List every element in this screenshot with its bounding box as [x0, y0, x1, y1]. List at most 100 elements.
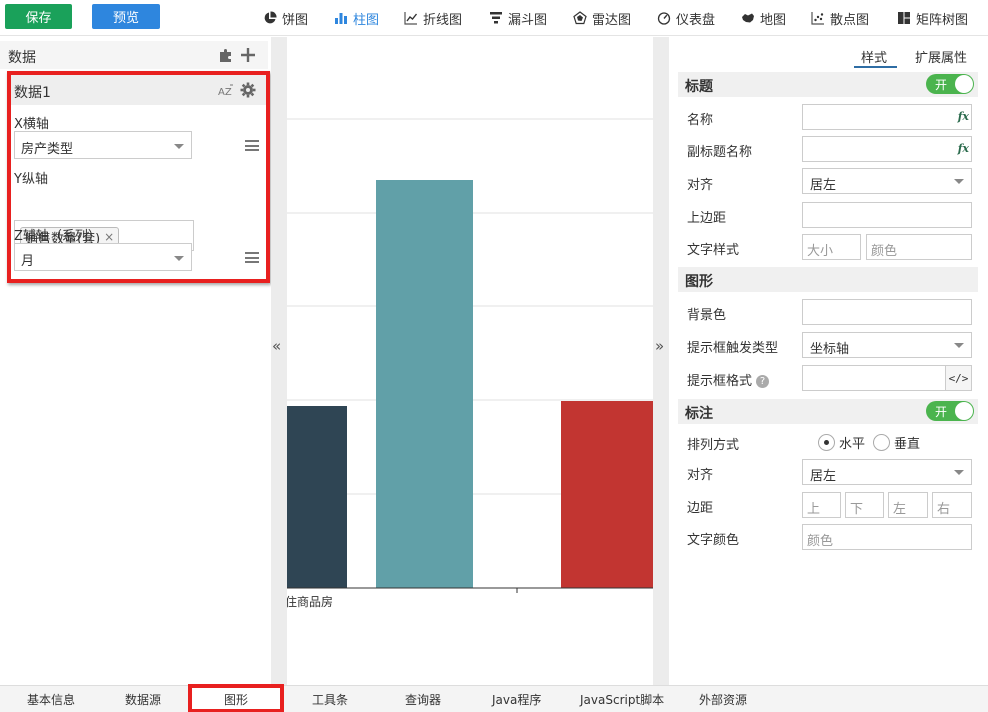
margin-bottom-input[interactable]: 下: [845, 492, 884, 518]
dataset-name: 数据1: [14, 85, 51, 101]
z-axis-select[interactable]: 月: [14, 243, 192, 271]
tab-extended-properties[interactable]: 扩展属性: [915, 47, 967, 66]
subtitle-label: 副标题名称: [687, 145, 753, 160]
radio-vertical-label: 垂直: [894, 437, 921, 452]
margin-right-input[interactable]: 右: [932, 492, 972, 518]
tab-basic-info[interactable]: 基本信息: [27, 691, 75, 708]
property-panel: 样式 扩展属性 标题 开 名称 fx 副标题名称 fx 对齐 居左 上边距 文字…: [669, 37, 988, 685]
chart-bar: [561, 401, 653, 588]
preview-button[interactable]: 预览: [92, 4, 160, 29]
remove-tag-icon[interactable]: ×: [104, 230, 114, 244]
tab-query[interactable]: 查询器: [405, 691, 441, 708]
tab-toolbar[interactable]: 工具条: [312, 691, 348, 708]
chart-type-label: 柱图: [353, 12, 380, 28]
sort-az-icon[interactable]: AZ: [218, 83, 234, 97]
toggle-knob: [955, 75, 973, 93]
tab-external-resources[interactable]: 外部资源: [699, 691, 747, 708]
right-splitter[interactable]: »: [653, 37, 669, 685]
data-panel: 数据 数据1 AZ X横轴 房产类型 Y纵轴 销售数量(套) × Z辅轴（系列）…: [0, 37, 271, 685]
tab-style[interactable]: 样式: [861, 47, 887, 66]
chevron-down-icon: [174, 256, 184, 261]
z-axis-label: Z辅轴（系列）: [14, 229, 101, 244]
map-icon: [742, 13, 754, 23]
chevron-down-icon: [954, 470, 964, 475]
chart-type-pie[interactable]: 饼图: [263, 8, 308, 28]
left-splitter[interactable]: «: [271, 37, 287, 685]
tab-graphic[interactable]: 图形: [224, 691, 248, 708]
tab-datasource[interactable]: 数据源: [125, 691, 161, 708]
chart-type-line[interactable]: 折线图: [404, 8, 462, 28]
title-align-select[interactable]: 居左: [802, 168, 972, 194]
top-margin-input[interactable]: [802, 202, 972, 228]
hamburger-menu-icon[interactable]: [245, 252, 259, 263]
title-toggle[interactable]: 开: [926, 74, 974, 94]
bg-color-input[interactable]: [802, 299, 972, 325]
toggle-label: 开: [935, 405, 948, 419]
top-margin-label: 上边距: [687, 211, 727, 226]
margin-left-placeholder: 左: [893, 502, 907, 517]
chart-type-label: 散点图: [830, 12, 870, 28]
label-toggle[interactable]: 开: [926, 401, 974, 421]
tab-javascript[interactable]: JavaScript脚本: [580, 691, 664, 708]
tooltip-format-input[interactable]: </>: [802, 365, 972, 391]
save-button[interactable]: 保存: [5, 4, 72, 29]
chart-type-label: 矩阵树图: [916, 12, 969, 28]
tooltip-format-text: 提示框格式: [687, 374, 753, 389]
tooltip-format-label: 提示框格式?: [687, 370, 770, 389]
chart-type-radar[interactable]: 雷达图: [573, 8, 631, 28]
collapse-left-icon[interactable]: «: [272, 337, 281, 355]
chart-type-scatter[interactable]: 散点图: [811, 8, 869, 28]
active-tab-indicator: [854, 66, 897, 68]
chart-type-treemap[interactable]: 矩阵树图: [897, 8, 968, 28]
tooltip-trigger-label: 提示框触发类型: [687, 341, 779, 356]
font-color-input[interactable]: 颜色: [866, 234, 972, 260]
chart-type-bar[interactable]: 柱图: [334, 8, 379, 28]
line-chart-icon: [404, 12, 418, 25]
tooltip-trigger-select[interactable]: 坐标轴: [802, 332, 972, 358]
font-size-placeholder: 大小: [807, 244, 834, 259]
chart-type-map[interactable]: 地图: [741, 8, 786, 28]
font-color-placeholder: 颜色: [871, 244, 898, 259]
svg-text:AZ: AZ: [218, 87, 232, 97]
app-window: 保存 预览 饼图 柱图 折线图 漏斗图 雷达图 仪表盘 地图 散点图 矩阵树图 …: [0, 0, 988, 712]
formula-icon[interactable]: fx: [958, 142, 969, 155]
text-style-label: 文字样式: [687, 243, 740, 258]
gear-icon[interactable]: [240, 82, 256, 98]
dataset-header: 数据1 AZ: [11, 75, 266, 105]
toolbar: 保存 预览 饼图 柱图 折线图 漏斗图 雷达图 仪表盘 地图 散点图 矩阵树图: [0, 0, 988, 36]
radar-icon: [573, 11, 587, 25]
hamburger-menu-icon[interactable]: [245, 140, 259, 151]
tab-java[interactable]: Java程序: [492, 691, 541, 708]
graphic-section-header: 图形: [678, 267, 978, 292]
label-align-select[interactable]: 居左: [802, 459, 972, 485]
text-color-input[interactable]: 颜色: [802, 524, 972, 550]
collapse-right-icon[interactable]: »: [655, 337, 664, 355]
font-size-input[interactable]: 大小: [802, 234, 861, 260]
pie-chart-icon: [264, 11, 277, 24]
help-icon[interactable]: ?: [756, 375, 770, 388]
z-axis-value: 月: [21, 254, 35, 269]
text-color-label: 文字颜色: [687, 533, 740, 548]
subtitle-input[interactable]: fx: [802, 136, 972, 162]
bg-color-label: 背景色: [687, 308, 727, 323]
section-title: 标注: [685, 406, 713, 422]
chart-type-funnel[interactable]: 漏斗图: [489, 8, 547, 28]
section-title: 标题: [685, 79, 713, 95]
chart-type-label: 雷达图: [592, 12, 632, 28]
bar-chart: 住商品房: [285, 118, 653, 609]
margin-top-input[interactable]: 上: [802, 492, 841, 518]
x-axis-select[interactable]: 房产类型: [14, 131, 192, 159]
bar-chart-icon: [335, 13, 347, 24]
puzzle-icon[interactable]: [218, 47, 234, 63]
layout-label: 排列方式: [687, 438, 740, 453]
title-name-input[interactable]: fx: [802, 104, 972, 130]
radio-horizontal[interactable]: [818, 434, 835, 451]
margin-left-input[interactable]: 左: [888, 492, 928, 518]
add-icon[interactable]: [240, 47, 256, 63]
gauge-icon: [657, 12, 671, 25]
code-editor-button[interactable]: </>: [945, 366, 971, 390]
formula-icon[interactable]: fx: [958, 110, 969, 123]
chart-type-gauge[interactable]: 仪表盘: [657, 8, 715, 28]
radio-vertical[interactable]: [873, 434, 890, 451]
toggle-knob: [955, 402, 973, 420]
